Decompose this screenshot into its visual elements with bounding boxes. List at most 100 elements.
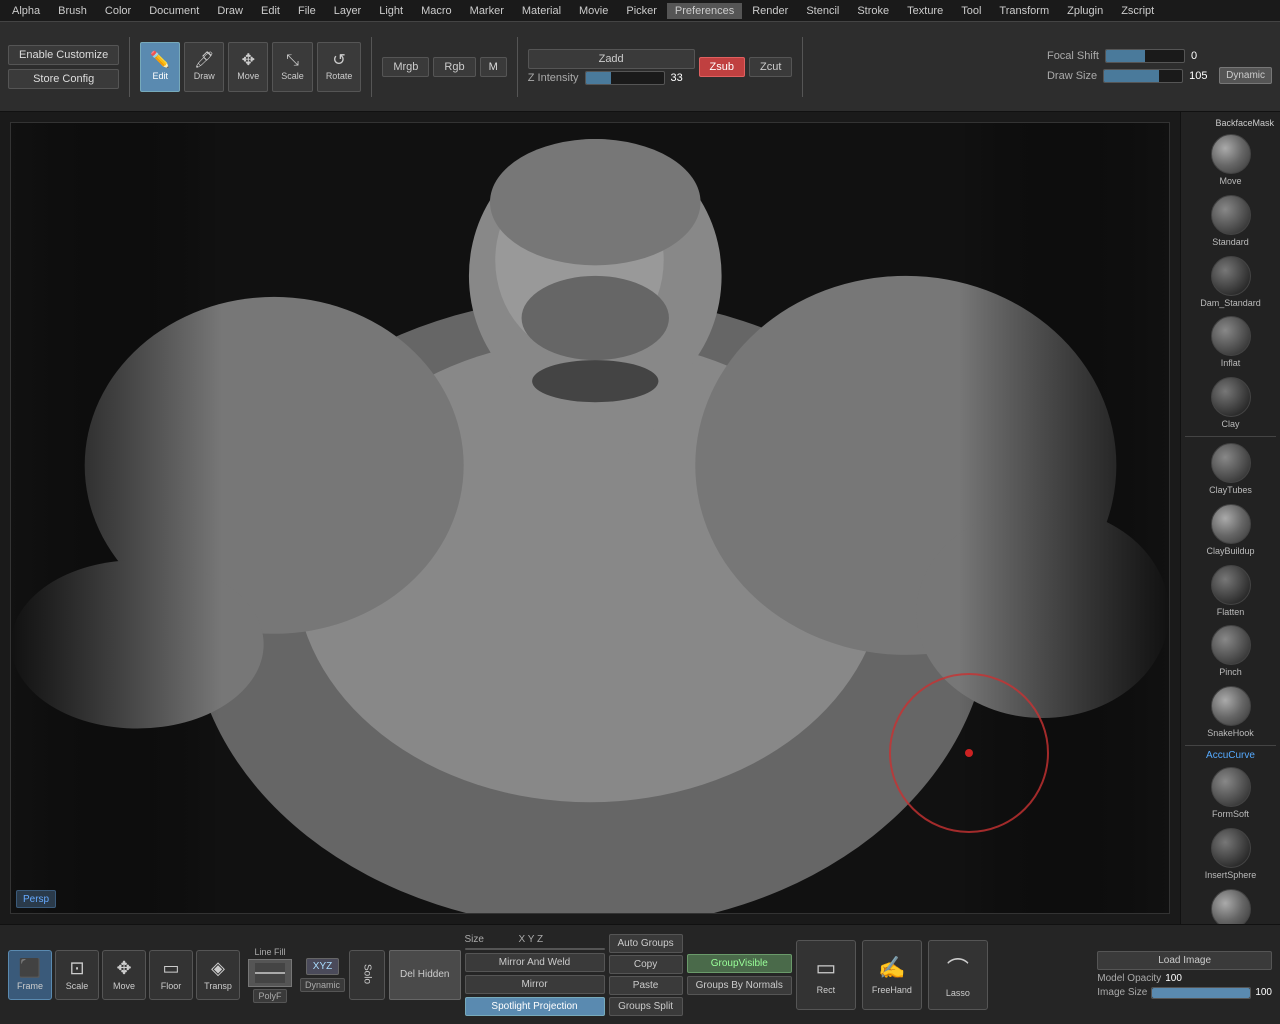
frame-button[interactable]: ⬛ Frame [8,950,52,1000]
z-intensity-slider[interactable] [585,71,665,85]
scale-view-button[interactable]: ⊡ Scale [55,950,99,1000]
menu-item-picker[interactable]: Picker [618,3,665,19]
menu-item-alpha[interactable]: Alpha [4,3,48,19]
toolbar-divider-2 [371,37,372,97]
menu-item-render[interactable]: Render [744,3,796,19]
mirror-weld-button[interactable]: Mirror And Weld [465,953,605,972]
solo-button[interactable]: Solo [349,950,385,1000]
menu-item-zscript[interactable]: Zscript [1113,3,1162,19]
transp-button[interactable]: ◈ Transp [196,950,240,1000]
brush-dam-standard[interactable]: Dam_Standard [1185,252,1276,313]
model-opacity-value: 100 [1165,973,1182,984]
size-slider[interactable] [465,948,605,950]
store-config-button[interactable]: Store Config [8,69,119,89]
move-view-button[interactable]: ✥ Move [102,950,146,1000]
brush-claytubes[interactable]: ClayTubes [1185,439,1276,500]
menu-item-stroke[interactable]: Stroke [849,3,897,19]
m-button[interactable]: M [480,57,507,77]
focal-shift-slider[interactable] [1105,49,1185,63]
brush-move[interactable]: Move [1185,130,1276,191]
brush-curvetube-sphere [1211,889,1251,924]
menu-item-preferences[interactable]: Preferences [667,3,742,19]
scale-view-label: Scale [66,981,89,991]
groups-split-button[interactable]: Groups Split [609,997,683,1016]
draw-size-slider[interactable] [1103,69,1183,83]
move-view-label: Move [113,981,135,991]
image-size-label: Image Size [1097,987,1147,998]
auto-groups-button[interactable]: Auto Groups [609,934,683,953]
draw-icon: 🖊 [194,53,214,69]
rotate-button[interactable]: ↺ Rotate [317,42,362,92]
zcut-button[interactable]: Zcut [749,57,792,77]
menu-item-layer[interactable]: Layer [326,3,370,19]
rect-select-button[interactable]: ▭ Rect [796,940,856,1010]
menu-item-color[interactable]: Color [97,3,139,19]
line-fill-preview[interactable] [248,959,292,987]
brush-clay[interactable]: Clay [1185,373,1276,434]
canvas-viewport[interactable] [10,122,1170,914]
brush-formsoft-sphere [1211,767,1251,807]
menu-item-edit[interactable]: Edit [253,3,288,19]
floor-button[interactable]: ▭ Floor [149,950,193,1000]
selection-tools: ▭ Rect ✍ FreeHand ⌒ Lasso [796,940,988,1010]
enable-customize-button[interactable]: Enable Customize [8,45,119,65]
menu-item-material[interactable]: Material [514,3,569,19]
menu-item-transform[interactable]: Transform [991,3,1057,19]
freehand-select-button[interactable]: ✍ FreeHand [862,940,922,1010]
line-fill-svg [255,963,285,983]
toolbar-divider-3 [517,37,518,97]
brush-formsoft[interactable]: FormSoft [1185,763,1276,824]
brush-dam-sphere [1211,256,1251,296]
group-buttons-section: Auto Groups Copy Paste Groups Split [609,934,683,1016]
group-visible-button[interactable]: GroupVisible [687,954,792,973]
brush-flatten[interactable]: Flatten [1185,561,1276,622]
brush-inflat[interactable]: Inflat [1185,312,1276,373]
draw-button[interactable]: 🖊 Draw [184,42,224,92]
menu-item-brush[interactable]: Brush [50,3,95,19]
brush-snakehook[interactable]: SnakeHook [1185,682,1276,743]
menu-item-light[interactable]: Light [371,3,411,19]
brush-claybuildup[interactable]: ClayBuildup [1185,500,1276,561]
persp-button[interactable]: Persp [16,890,56,908]
menu-item-macro[interactable]: Macro [413,3,460,19]
zsub-button[interactable]: Zsub [699,57,745,77]
draw-size-row: Draw Size 105 Dynamic [1047,67,1272,84]
menu-item-tool[interactable]: Tool [953,3,989,19]
del-hidden-button[interactable]: Del Hidden [389,950,460,1000]
scale-button[interactable]: ⤡ Scale [272,42,313,92]
menu-item-draw[interactable]: Draw [209,3,251,19]
mrgb-button[interactable]: Mrgb [382,57,429,77]
brush-insertsphere[interactable]: InsertSphere [1185,824,1276,885]
image-size-slider[interactable] [1151,987,1251,999]
canvas-area[interactable]: Persp [0,112,1180,924]
mirror-button[interactable]: Mirror [465,975,605,994]
z-mode-buttons: Zadd Z Intensity 33 Zsub Zcut [528,49,793,85]
brush-pinch[interactable]: Pinch [1185,621,1276,682]
brush-curvetube[interactable]: CurveTube [1185,885,1276,924]
copy-button[interactable]: Copy [609,955,683,974]
bottom-panel: ⬛ Frame ⊡ Scale ✥ Move ▭ Floor ◈ Transp … [0,924,1280,1024]
menu-item-marker[interactable]: Marker [462,3,512,19]
spotlight-button[interactable]: Spotlight Projection [465,997,605,1016]
dynamic-button[interactable]: Dynamic [1219,67,1272,84]
rgb-button[interactable]: Rgb [433,57,475,77]
xyz-button[interactable]: XYZ [306,958,339,975]
move-button[interactable]: ✥ Move [228,42,268,92]
load-image-button[interactable]: Load Image [1097,951,1272,970]
top-menu-bar: Alpha Brush Color Document Draw Edit Fil… [0,0,1280,22]
paste-button[interactable]: Paste [609,976,683,995]
zadd-button[interactable]: Zadd [528,49,695,69]
menu-item-file[interactable]: File [290,3,324,19]
menu-item-texture[interactable]: Texture [899,3,951,19]
lasso-select-button[interactable]: ⌒ Lasso [928,940,988,1010]
menu-item-movie[interactable]: Movie [571,3,616,19]
menu-item-zplugin[interactable]: Zplugin [1059,3,1111,19]
menu-item-document[interactable]: Document [141,3,207,19]
edit-button[interactable]: ✏️ Edit [140,42,180,92]
groups-by-normals-button[interactable]: Groups By Normals [687,976,792,995]
brush-insertsphere-sphere [1211,828,1251,868]
menu-item-stencil[interactable]: Stencil [798,3,847,19]
brush-standard[interactable]: Standard [1185,191,1276,252]
zadd-zintensity: Zadd Z Intensity 33 [528,49,695,85]
brush-flatten-sphere [1211,565,1251,605]
